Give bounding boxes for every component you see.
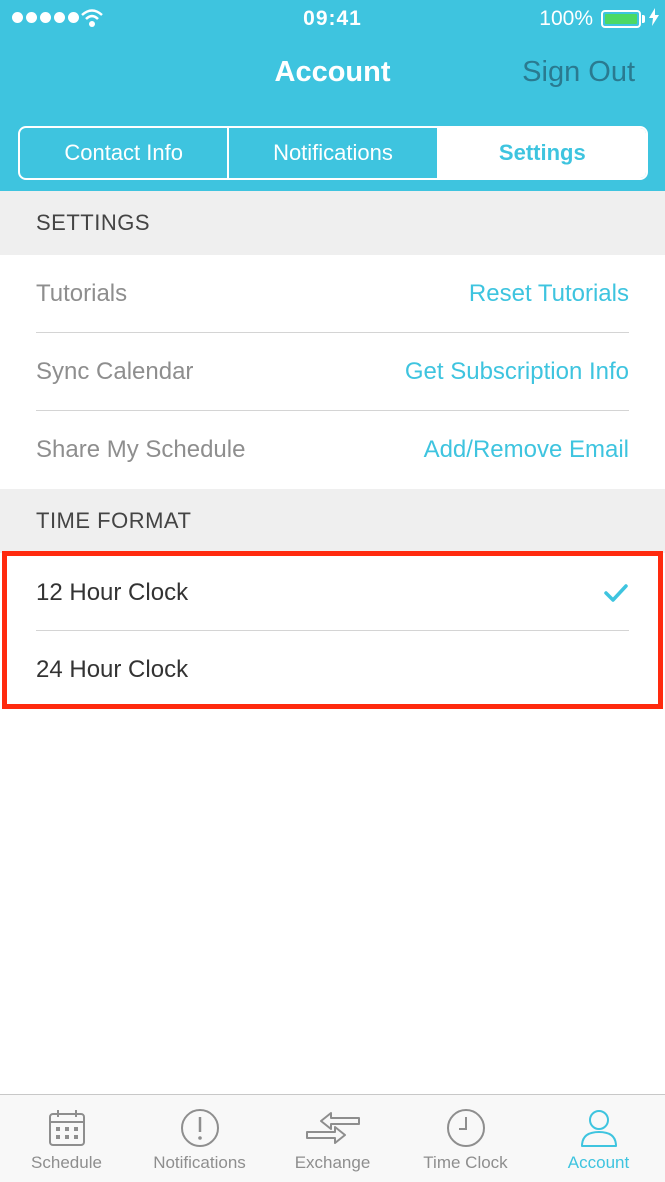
tab-bar: Schedule Notifications Exchange Time Clo… [0, 1094, 665, 1182]
tab-contact-info[interactable]: Contact Info [20, 128, 227, 178]
sync-calendar-label: Sync Calendar [36, 358, 194, 385]
battery-tip [642, 15, 645, 23]
tab-settings[interactable]: Settings [436, 128, 646, 178]
sync-calendar-row: Sync Calendar Get Subscription Info [0, 333, 665, 411]
exchange-icon [305, 1112, 360, 1144]
battery-icon [601, 10, 641, 28]
tabbar-label-time-clock: Time Clock [423, 1153, 508, 1172]
sign-out-button[interactable]: Sign Out [522, 56, 635, 89]
tabbar-item-schedule[interactable]: Schedule [0, 1095, 133, 1182]
account-segmented-control: Contact Info Notifications Settings [18, 126, 648, 180]
checkmark-icon [604, 584, 628, 602]
tabbar-label-account: Account [567, 1153, 630, 1172]
twenty-four-hour-clock-option[interactable]: 24 Hour Clock [0, 631, 665, 709]
get-subscription-info-button[interactable]: Get Subscription Info [405, 358, 629, 386]
alert-icon [180, 1109, 219, 1147]
tabbar-item-time-clock[interactable]: Time Clock [399, 1095, 532, 1182]
tabbar-item-notifications[interactable]: Notifications [133, 1095, 266, 1182]
tabbar-label-notifications: Notifications [153, 1153, 246, 1172]
clock-icon [446, 1109, 485, 1147]
add-remove-email-button[interactable]: Add/Remove Email [424, 436, 629, 464]
reset-tutorials-button[interactable]: Reset Tutorials [469, 280, 629, 308]
charging-bolt-icon [649, 8, 659, 26]
time-format-section-header: TIME FORMAT [0, 489, 665, 553]
header: 09:41 100% Account Sign Out Contact Info… [0, 0, 665, 191]
calendar-icon [48, 1110, 85, 1146]
tutorials-label: Tutorials [36, 280, 128, 307]
twenty-four-hour-clock-label: 24 Hour Clock [36, 656, 189, 683]
tabbar-label-exchange: Exchange [294, 1153, 371, 1172]
battery-percent: 100% [539, 7, 593, 30]
twelve-hour-clock-label: 12 Hour Clock [36, 579, 189, 606]
twelve-hour-clock-option[interactable]: 12 Hour Clock [0, 554, 665, 632]
status-bar: 09:41 100% [0, 0, 665, 38]
tutorials-row: Tutorials Reset Tutorials [0, 255, 665, 333]
tabbar-item-account[interactable]: Account [532, 1095, 665, 1182]
share-schedule-row: Share My Schedule Add/Remove Email [0, 411, 665, 489]
tabbar-item-exchange[interactable]: Exchange [266, 1095, 399, 1182]
tab-notifications[interactable]: Notifications [227, 128, 436, 178]
person-icon [580, 1110, 617, 1147]
tabbar-label-schedule: Schedule [31, 1153, 102, 1172]
settings-section-header: SETTINGS [0, 191, 665, 255]
share-schedule-label: Share My Schedule [36, 436, 246, 463]
